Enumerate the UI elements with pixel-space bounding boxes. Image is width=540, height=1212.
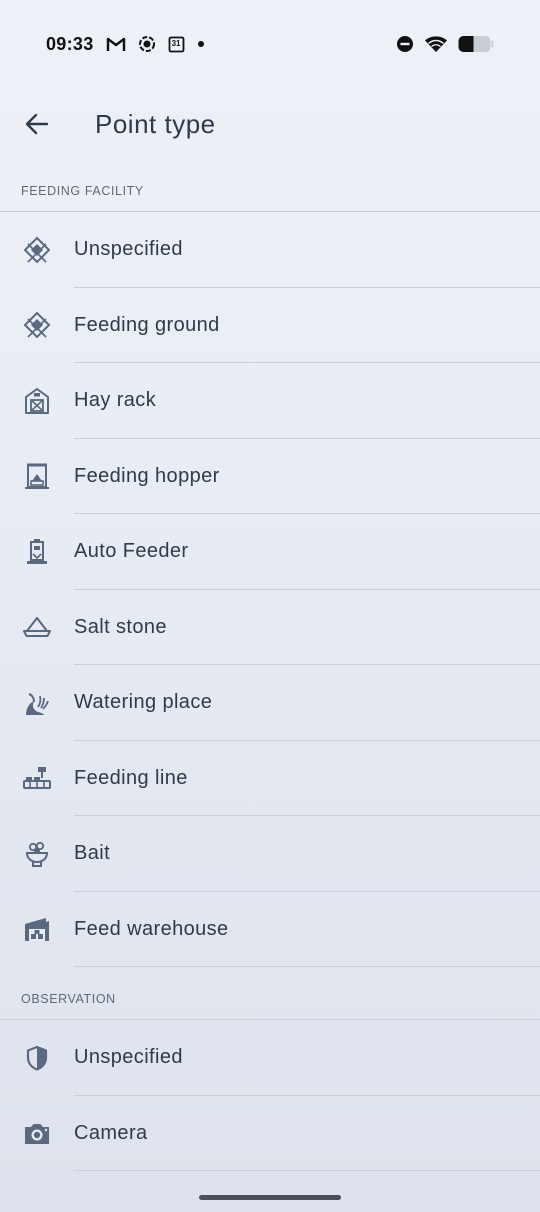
arrow-left-icon	[24, 111, 50, 137]
item-label: Auto Feeder	[74, 540, 189, 563]
record-icon	[138, 35, 156, 53]
list-item-auto-feeder[interactable]: Auto Feeder	[0, 514, 540, 590]
barn-icon	[22, 386, 52, 416]
list-item-camera[interactable]: Camera	[0, 1096, 540, 1172]
list-item-unspecified-feeding[interactable]: Unspecified	[0, 212, 540, 288]
item-label: Bait	[74, 842, 111, 865]
hopper-icon	[22, 461, 52, 491]
list-item-feeding-hopper[interactable]: Feeding hopper	[0, 439, 540, 515]
salt-stone-icon	[22, 612, 52, 642]
item-label: Salt stone	[74, 615, 167, 638]
item-label: Watering place	[74, 691, 213, 714]
app-bar: Point type	[0, 88, 540, 160]
list-item-bait[interactable]: Bait	[0, 816, 540, 892]
calendar-icon: 31	[168, 36, 185, 53]
status-bar: 09:33 31	[0, 0, 540, 88]
warehouse-icon	[22, 914, 52, 944]
list-item-feeding-ground[interactable]: Feeding ground	[0, 288, 540, 364]
item-label: Feeding line	[74, 766, 188, 789]
item-label: Unspecified	[74, 1046, 183, 1069]
battery-icon	[458, 35, 494, 53]
watering-icon	[22, 688, 52, 718]
bait-icon	[22, 839, 52, 869]
calendar-day: 31	[171, 38, 181, 48]
list-item-salt-stone[interactable]: Salt stone	[0, 590, 540, 666]
status-time: 09:33	[46, 33, 94, 54]
shield-icon	[22, 1043, 52, 1073]
list-item-watering-place[interactable]: Watering place	[0, 665, 540, 741]
gmail-icon	[106, 36, 126, 52]
item-label: Feeding hopper	[74, 464, 220, 487]
point-type-list: FEEDING FACILITY Unspecified Feeding gro…	[0, 170, 540, 1171]
item-label: Feeding ground	[74, 313, 220, 336]
section-header-observation: OBSERVATION	[0, 978, 540, 1020]
feeding-diamond-icon	[22, 310, 52, 340]
status-left: 09:33 31	[46, 34, 205, 55]
page-title: Point type	[95, 108, 216, 139]
back-button[interactable]	[13, 100, 61, 148]
list-item-hay-rack[interactable]: Hay rack	[0, 363, 540, 439]
list-item-feeding-line[interactable]: Feeding line	[0, 741, 540, 817]
list-item-unspecified-observation[interactable]: Unspecified	[0, 1020, 540, 1096]
feeding-line-icon	[22, 763, 52, 793]
feeding-diamond-icon	[22, 235, 52, 265]
dot-icon	[197, 40, 205, 48]
auto-feeder-icon	[22, 537, 52, 567]
section-header-feeding-facility: FEEDING FACILITY	[0, 170, 540, 212]
list-item-feed-warehouse[interactable]: Feed warehouse	[0, 892, 540, 968]
item-label: Hay rack	[74, 389, 157, 412]
item-label: Camera	[74, 1121, 148, 1144]
item-label: Unspecified	[74, 238, 183, 261]
item-label: Feed warehouse	[74, 917, 229, 940]
wifi-icon	[424, 35, 448, 53]
do-not-disturb-icon	[396, 35, 414, 53]
camera-icon	[22, 1118, 52, 1148]
status-right	[396, 35, 494, 53]
gesture-nav-handle[interactable]	[199, 1195, 341, 1200]
